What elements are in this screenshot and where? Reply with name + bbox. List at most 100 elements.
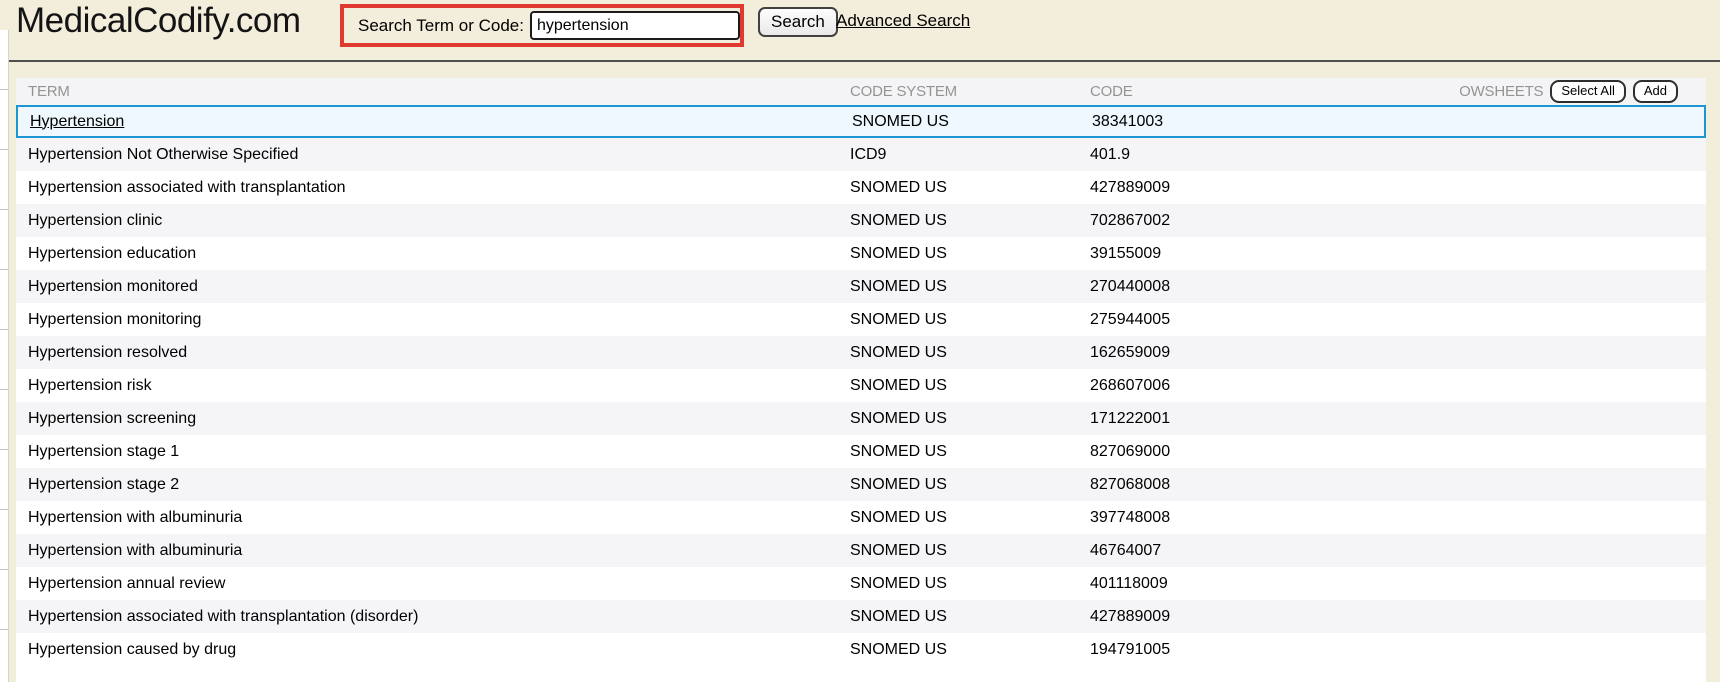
code-cell: 427889009 (1078, 608, 1460, 626)
term-cell: Hypertension with albuminuria (16, 542, 838, 560)
term-link[interactable]: Hypertension monitored (28, 278, 198, 295)
code-system-cell: SNOMED US (838, 377, 1078, 395)
term-link[interactable]: Hypertension Not Otherwise Specified (28, 146, 298, 163)
code-cell: 401.9 (1078, 146, 1460, 164)
term-link[interactable]: Hypertension stage 2 (28, 476, 179, 493)
code-cell: 397748008 (1078, 509, 1460, 527)
table-row: Hypertension monitoring SNOMED US27594400… (16, 303, 1706, 336)
results-table-body: HypertensionSNOMED US38341003Hypertensio… (16, 105, 1706, 666)
term-link[interactable]: Hypertension associated with transplanta… (28, 179, 346, 196)
flowsheets-label: FLOWSHEETS (1460, 83, 1543, 100)
code-system-cell: SNOMED US (838, 608, 1078, 626)
term-cell: Hypertension associated with transplanta… (16, 608, 838, 626)
results-table: TERM CODE SYSTEM CODE FLOWSHEETS Select … (16, 78, 1706, 682)
term-link[interactable]: Hypertension annual review (28, 575, 225, 592)
table-row: Hypertension Not Otherwise Specified ICD9… (16, 138, 1706, 171)
left-edge-ruler (0, 30, 9, 682)
code-system-cell: SNOMED US (838, 278, 1078, 296)
code-system-cell: SNOMED US (840, 113, 1080, 131)
code-system-cell: SNOMED US (838, 542, 1078, 560)
search-highlight-box: Search Term or Code: (340, 4, 744, 47)
term-link[interactable]: Hypertension risk (28, 377, 152, 394)
code-cell: 427889009 (1078, 179, 1460, 197)
table-row: Hypertension clinic SNOMED US702867002 (16, 204, 1706, 237)
term-cell: Hypertension monitored (16, 278, 838, 296)
term-link[interactable]: Hypertension monitoring (28, 311, 201, 328)
term-link[interactable]: Hypertension resolved (28, 344, 187, 361)
table-header-row: TERM CODE SYSTEM CODE FLOWSHEETS Select … (16, 78, 1706, 105)
term-cell: Hypertension resolved (16, 344, 838, 362)
column-header-term: TERM (16, 83, 838, 100)
term-cell: Hypertension screening (16, 410, 838, 428)
term-cell: Hypertension with albuminuria (16, 509, 838, 527)
code-system-cell: SNOMED US (838, 443, 1078, 461)
column-header-code-system: CODE SYSTEM (838, 83, 1078, 100)
term-cell: Hypertension stage 1 (16, 443, 838, 461)
table-row: Hypertension stage 1 SNOMED US827069000 (16, 435, 1706, 468)
code-system-cell: SNOMED US (838, 410, 1078, 428)
term-link[interactable]: Hypertension stage 1 (28, 443, 179, 460)
term-cell: Hypertension clinic (16, 212, 838, 230)
code-system-cell: SNOMED US (838, 575, 1078, 593)
code-system-cell: SNOMED US (838, 245, 1078, 263)
page: MedicalCodify.com Search Term or Code: S… (0, 0, 1720, 682)
term-link[interactable]: Hypertension (30, 113, 124, 130)
term-cell: Hypertension stage 2 (16, 476, 838, 494)
term-link[interactable]: Hypertension with albuminuria (28, 509, 242, 526)
code-cell: 162659009 (1078, 344, 1460, 362)
table-row: Hypertension with albuminuriaSNOMED US39… (16, 501, 1706, 534)
search-label: Search Term or Code: (358, 16, 524, 36)
code-cell: 702867002 (1078, 212, 1460, 230)
term-cell: Hypertension caused by drug (16, 641, 838, 659)
advanced-search-link[interactable]: Advanced Search (836, 11, 970, 31)
code-system-cell: SNOMED US (838, 212, 1078, 230)
term-link[interactable]: Hypertension associated with transplanta… (28, 608, 418, 625)
term-link[interactable]: Hypertension caused by drug (28, 641, 236, 658)
column-header-code: CODE (1078, 83, 1460, 100)
code-cell: 275944005 (1078, 311, 1460, 329)
code-cell: 268607006 (1078, 377, 1460, 395)
term-link[interactable]: Hypertension screening (28, 410, 196, 427)
header-divider (8, 60, 1720, 62)
table-row: Hypertension monitoredSNOMED US270440008 (16, 270, 1706, 303)
table-row: Hypertension associated with transplanta… (16, 171, 1706, 204)
code-cell: 39155009 (1078, 245, 1460, 263)
add-button[interactable]: Add (1633, 80, 1678, 102)
table-row: Hypertension with albuminuria SNOMED US46… (16, 534, 1706, 567)
code-cell: 171222001 (1078, 410, 1460, 428)
site-title: MedicalCodify.com (16, 1, 301, 41)
table-row: Hypertension stage 2 SNOMED US827068008 (16, 468, 1706, 501)
table-row: Hypertension SNOMED US38341003 (16, 105, 1706, 138)
term-cell: Hypertension education (16, 245, 838, 263)
term-link[interactable]: Hypertension education (28, 245, 196, 262)
code-cell: 46764007 (1078, 542, 1460, 560)
table-row: Hypertension associated with transplanta… (16, 600, 1706, 633)
code-cell: 38341003 (1080, 113, 1462, 131)
code-system-cell: SNOMED US (838, 476, 1078, 494)
search-input[interactable] (530, 11, 740, 40)
code-cell: 194791005 (1078, 641, 1460, 659)
code-cell: 827068008 (1078, 476, 1460, 494)
code-cell: 827069000 (1078, 443, 1460, 461)
term-link[interactable]: Hypertension clinic (28, 212, 162, 229)
code-system-cell: SNOMED US (838, 311, 1078, 329)
code-cell: 401118009 (1078, 575, 1460, 593)
term-cell: Hypertension (18, 113, 840, 131)
table-row: Hypertension annual review SNOMED US40111… (16, 567, 1706, 600)
term-cell: Hypertension Not Otherwise Specified (16, 146, 838, 164)
header: MedicalCodify.com Search Term or Code: S… (0, 0, 1720, 62)
code-system-cell: SNOMED US (838, 641, 1078, 659)
table-row: Hypertension caused by drug SNOMED US1947… (16, 633, 1706, 666)
table-row: Hypertension risk SNOMED US268607006 (16, 369, 1706, 402)
table-row: Hypertension screening SNOMED US171222001 (16, 402, 1706, 435)
term-cell: Hypertension monitoring (16, 311, 838, 329)
term-cell: Hypertension annual review (16, 575, 838, 593)
term-link[interactable]: Hypertension with albuminuria (28, 542, 242, 559)
term-cell: Hypertension associated with transplanta… (16, 179, 838, 197)
search-button[interactable]: Search (758, 7, 838, 37)
select-all-button[interactable]: Select All (1550, 80, 1625, 102)
code-system-cell: SNOMED US (838, 344, 1078, 362)
table-row: Hypertension education SNOMED US39155009 (16, 237, 1706, 270)
table-row: Hypertension resolved SNOMED US162659009 (16, 336, 1706, 369)
code-system-cell: ICD9 (838, 146, 1078, 164)
